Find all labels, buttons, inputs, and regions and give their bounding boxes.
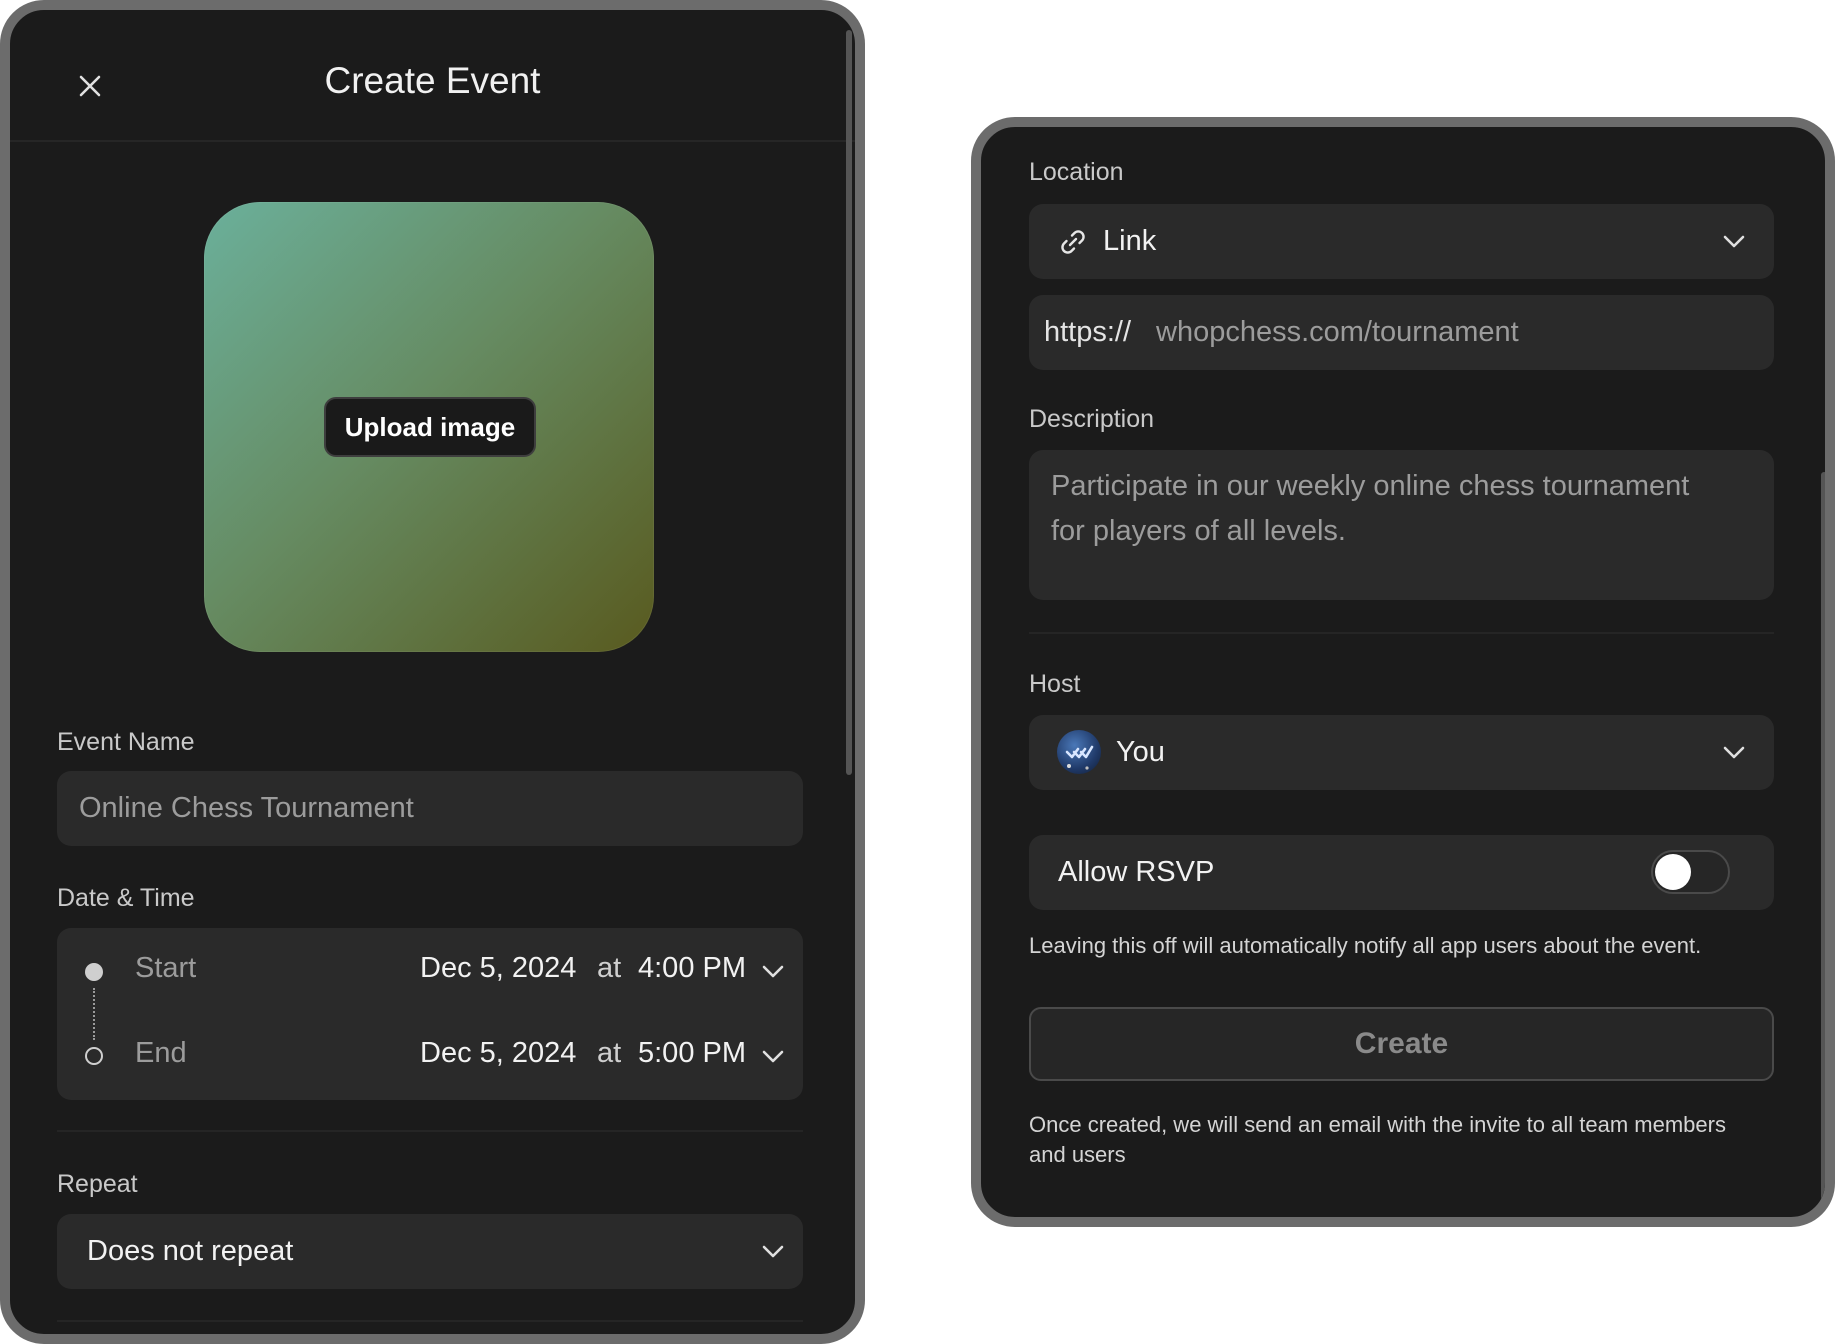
create-event-panel: Create Event Upload image Event Name Onl… <box>0 0 865 1344</box>
start-row[interactable]: Start Dec 5, 2024 at 4:00 PM <box>57 952 803 992</box>
start-date[interactable]: Dec 5, 2024 <box>420 952 576 985</box>
chevron-down-icon <box>1723 746 1745 759</box>
description-line-2: for players of all levels. <box>1051 515 1346 547</box>
event-name-value: Online Chess Tournament <box>79 792 414 824</box>
chevron-down-icon[interactable] <box>762 1050 784 1064</box>
upload-image-button[interactable]: Upload image <box>324 397 536 457</box>
create-button[interactable]: Create <box>1029 1007 1774 1081</box>
create-event-panel-scrolled: Location Link https:// whopchess.com/tou… <box>971 117 1835 1227</box>
create-note-line-2: and users <box>1029 1142 1126 1167</box>
rsvp-note: Leaving this off will automatically noti… <box>1029 933 1702 958</box>
event-name-input[interactable]: Online Chess Tournament <box>57 771 803 846</box>
start-time[interactable]: 4:00 PM <box>638 952 746 985</box>
description-line-1: Participate in our weekly online chess t… <box>1051 470 1690 502</box>
end-label: End <box>135 1037 187 1069</box>
repeat-value: Does not repeat <box>87 1235 294 1267</box>
location-type-value: Link <box>1103 225 1157 257</box>
host-select[interactable]: You <box>1029 715 1774 790</box>
page-title: Create Event <box>324 60 541 101</box>
description-textarea[interactable]: Participate in our weekly online chess t… <box>1029 450 1774 600</box>
rsvp-toggle[interactable] <box>1651 850 1730 894</box>
link-icon <box>1061 230 1085 254</box>
date-time-picker: Start Dec 5, 2024 at 4:00 PM End Dec 5, … <box>57 928 803 1100</box>
start-at: at <box>597 952 622 984</box>
end-date[interactable]: Dec 5, 2024 <box>420 1037 576 1070</box>
section-divider <box>57 1320 803 1322</box>
chevron-down-icon[interactable] <box>762 965 784 979</box>
scrollbar[interactable] <box>1821 472 1825 1217</box>
timeline-connector <box>93 988 95 1040</box>
repeat-label: Repeat <box>57 1170 138 1198</box>
location-type-select[interactable]: Link <box>1029 204 1774 279</box>
date-time-label: Date & Time <box>57 884 195 912</box>
location-url-input[interactable]: https:// whopchess.com/tournament <box>1029 295 1774 370</box>
toggle-knob <box>1655 854 1691 890</box>
chevron-down-icon <box>762 1245 784 1258</box>
repeat-select[interactable]: Does not repeat <box>57 1214 803 1289</box>
avatar <box>1057 730 1101 774</box>
start-label: Start <box>135 952 197 984</box>
panel-header: Create Event <box>10 10 855 142</box>
section-divider <box>57 1130 803 1132</box>
avatar-logo-icon <box>1065 745 1094 770</box>
host-value: You <box>1116 736 1165 768</box>
chevron-down-icon <box>1723 235 1745 248</box>
event-name-label: Event Name <box>57 728 195 756</box>
location-label: Location <box>1029 158 1124 186</box>
end-row[interactable]: End Dec 5, 2024 at 5:00 PM <box>57 1037 803 1077</box>
url-value: whopchess.com/tournament <box>1156 316 1519 348</box>
host-label: Host <box>1029 670 1081 698</box>
description-label: Description <box>1029 405 1155 433</box>
end-time[interactable]: 5:00 PM <box>638 1037 746 1070</box>
end-at: at <box>597 1037 622 1069</box>
scrollbar[interactable] <box>846 30 852 775</box>
rsvp-label: Allow RSVP <box>1058 856 1215 888</box>
create-note-line-1: Once created, we will send an email with… <box>1029 1112 1726 1137</box>
url-prefix: https:// <box>1044 316 1132 348</box>
section-divider <box>1029 632 1774 634</box>
